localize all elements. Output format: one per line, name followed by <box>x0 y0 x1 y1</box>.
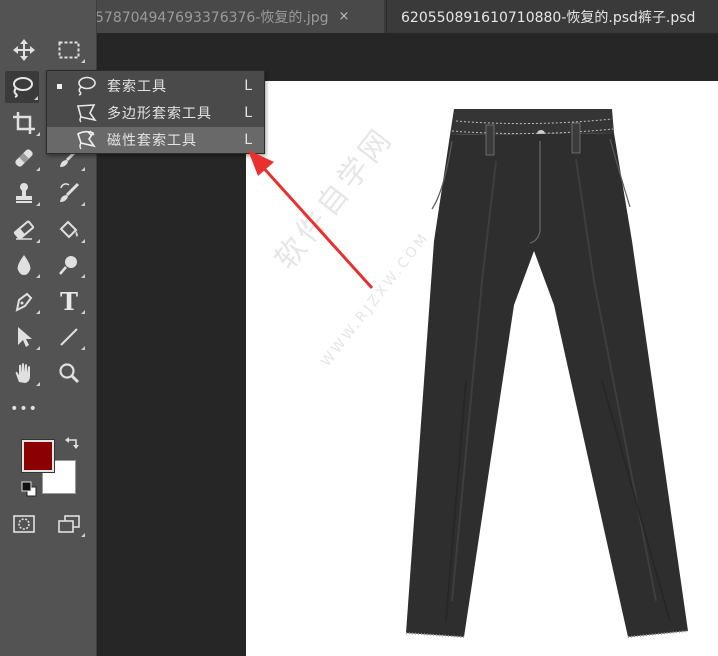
close-icon[interactable]: × <box>339 9 350 24</box>
document-tab-1[interactable]: 578704947693376376-恢复的.jpg × <box>97 0 384 33</box>
document-tab-bar: 578704947693376376-恢复的.jpg × 62055089161… <box>97 0 718 33</box>
quick-mask-button[interactable] <box>7 508 41 540</box>
magnetic-lasso-icon <box>77 130 96 150</box>
arrow-icon <box>18 327 32 347</box>
dodge-icon <box>59 256 77 275</box>
marquee-tool[interactable] <box>52 34 86 66</box>
foreground-color-swatch[interactable] <box>21 439 55 473</box>
menu-item-polygon-lasso[interactable]: 多边形套索工具 L <box>47 100 264 126</box>
menu-item-label: 磁性套索工具 <box>107 133 197 149</box>
dodge-tool[interactable] <box>52 249 86 281</box>
blur-tool[interactable] <box>7 249 41 281</box>
hand-icon <box>15 363 30 383</box>
swap-colors-icon[interactable] <box>64 436 80 450</box>
menu-item-label: 多边形套索工具 <box>107 106 212 122</box>
pen-icon <box>15 292 33 312</box>
document-tab-2[interactable]: 620550891610710880-恢复的.psd裤子.psd <box>386 0 718 33</box>
quick-mask-icon <box>13 515 35 533</box>
healing-brush-tool[interactable] <box>7 142 41 174</box>
crop-icon <box>13 112 35 134</box>
tab-1-label: 578704947693376376-恢复的.jpg <box>97 9 329 26</box>
screen-mode-button[interactable] <box>52 508 86 540</box>
stamp-icon <box>16 183 32 203</box>
eraser-tool[interactable] <box>7 214 41 246</box>
drop-icon <box>17 255 31 275</box>
more-tools[interactable]: ••• <box>7 393 41 425</box>
menu-item-label: 套索工具 <box>107 79 167 95</box>
paint-bucket-icon <box>59 220 78 239</box>
shortcut-key: L <box>244 105 252 121</box>
line-icon <box>60 328 78 346</box>
eraser-icon <box>13 220 35 240</box>
menu-item-lasso[interactable]: 套索工具 L <box>47 73 264 99</box>
zoom-tool[interactable] <box>52 357 86 389</box>
screen-mode-icon <box>58 515 80 533</box>
history-brush-tool[interactable] <box>52 177 86 209</box>
more-icon: ••• <box>10 401 38 417</box>
path-select-tool[interactable] <box>7 321 41 353</box>
default-colors-icon[interactable] <box>21 481 37 497</box>
stamp-tool[interactable] <box>7 177 41 209</box>
shortcut-key: L <box>244 78 252 94</box>
lasso-tool-flyout-menu: 套索工具 L 多边形套索工具 L 磁性套索工具 L <box>46 70 265 154</box>
pen-tool[interactable] <box>7 285 41 317</box>
paint-bucket-tool[interactable] <box>52 214 86 246</box>
zoom-icon <box>59 363 80 384</box>
type-tool[interactable]: T <box>52 285 86 317</box>
bandage-icon <box>15 149 33 167</box>
lasso-icon <box>78 76 96 96</box>
pointer-arrow <box>248 150 374 290</box>
hand-tool[interactable] <box>7 357 41 389</box>
lasso-tool[interactable] <box>5 71 39 103</box>
marquee-icon <box>58 41 80 59</box>
document-pasteboard <box>97 81 246 656</box>
tab-2-label: 620550891610710880-恢复的.psd裤子.psd <box>401 9 696 26</box>
history-brush-icon <box>60 182 80 202</box>
polygon-lasso-icon <box>76 104 97 123</box>
current-tool-indicator <box>57 83 62 89</box>
line-tool[interactable] <box>52 321 86 353</box>
move-tool[interactable] <box>7 34 41 66</box>
move-icon <box>13 39 35 61</box>
menu-item-magnetic-lasso[interactable]: 磁性套索工具 L <box>47 127 264 153</box>
crop-tool[interactable] <box>7 107 41 139</box>
shortcut-key: L <box>244 132 252 148</box>
lasso-icon <box>13 77 33 98</box>
type-icon: T <box>60 286 78 316</box>
